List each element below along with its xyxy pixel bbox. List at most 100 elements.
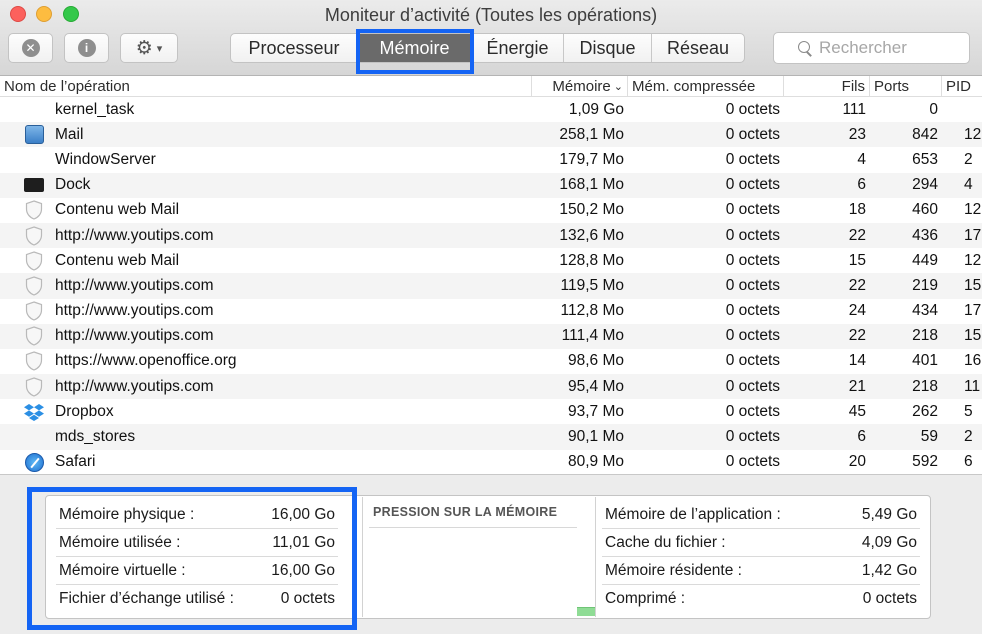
mail-app-icon <box>24 125 44 145</box>
compressed-memory-cell: 0 octets <box>725 377 780 395</box>
memory-cell: 179,7 Mo <box>559 150 624 168</box>
process-name-cell: Dock <box>0 175 532 195</box>
tab-energie[interactable]: Énergie <box>472 34 564 62</box>
pid-cell: 16 <box>964 352 982 370</box>
pid-cell: 17 <box>964 302 982 320</box>
stop-process-icon: ✕ <box>21 39 40 57</box>
threads-cell: 15 <box>848 251 866 269</box>
ports-cell: 436 <box>912 226 938 244</box>
process-name: http://www.youtips.com <box>55 377 214 395</box>
compressed-memory-cell: 0 octets <box>725 251 780 269</box>
memory-cell: 258,1 Mo <box>559 125 624 143</box>
ports-cell: 401 <box>912 352 938 370</box>
compressed-memory-cell: 0 octets <box>725 201 780 219</box>
dropbox-app-icon <box>24 402 44 422</box>
ports-cell: 294 <box>912 176 938 194</box>
process-name-cell: http://www.youtips.com <box>0 301 532 321</box>
compressed-memory-cell: 0 octets <box>725 327 780 345</box>
stat-row: Mémoire résidente : 1,42 Go <box>602 557 920 585</box>
threads-cell: 111 <box>842 100 866 118</box>
table-row[interactable]: http://www.youtips.com 119,5 Mo 0 octets 22… <box>0 273 982 299</box>
compressed-memory-cell: 0 octets <box>725 402 780 420</box>
tab-disque[interactable]: Disque <box>564 34 652 62</box>
column-header-pid[interactable]: PID <box>942 76 982 97</box>
search-input[interactable] <box>819 38 969 58</box>
web-content-shield-icon <box>24 276 44 296</box>
column-header-name[interactable]: Nom de l’opération <box>0 76 532 97</box>
action-menu-button[interactable]: ⚙ ▾ <box>120 33 178 63</box>
ports-cell: 219 <box>912 276 938 294</box>
process-name: http://www.youtips.com <box>55 226 214 244</box>
table-row[interactable]: kernel_task 1,09 Go 0 octets 111 0 <box>0 97 982 122</box>
table-row[interactable]: Mail 258,1 Mo 0 octets 23 842 12 <box>0 122 982 148</box>
pid-cell: 11 <box>964 377 981 395</box>
stat-value: 0 octets <box>862 590 917 607</box>
process-name-cell: Mail <box>0 125 532 145</box>
ports-cell: 218 <box>912 377 938 395</box>
process-name-cell: kernel_task <box>0 100 532 120</box>
process-name: http://www.youtips.com <box>55 302 214 320</box>
memory-cell: 112,8 Mo <box>560 302 624 320</box>
table-row[interactable]: http://www.youtips.com 132,6 Mo 0 octets 22… <box>0 222 982 249</box>
column-header-compressed[interactable]: Mém. compressée <box>628 76 784 97</box>
ports-cell: 434 <box>912 302 938 320</box>
memory-cell: 111,4 Mo <box>561 327 624 345</box>
process-name: Dropbox <box>55 402 114 420</box>
threads-cell: 22 <box>848 226 866 244</box>
tab-processeur[interactable]: Processeur <box>231 34 358 62</box>
ports-cell: 0 <box>929 100 938 118</box>
window-title: Moniteur d’activité (Toutes les opératio… <box>324 5 658 25</box>
threads-cell: 22 <box>848 327 866 345</box>
table-body: kernel_task 1,09 Go 0 octets 111 0 Mail 258,1 … <box>0 97 982 474</box>
no-icon-placeholder <box>24 100 44 120</box>
compressed-memory-cell: 0 octets <box>725 100 780 118</box>
table-row[interactable]: Contenu web Mail 128,8 Mo 0 octets 15 449 12 <box>0 248 982 273</box>
search-icon <box>798 41 811 55</box>
web-content-shield-icon <box>24 251 44 271</box>
table-row[interactable]: http://www.youtips.com 112,8 Mo 0 octets 24… <box>0 299 982 324</box>
table-row[interactable]: mds_stores 90,1 Mo 0 octets 6 59 2 <box>0 424 982 450</box>
process-name-cell: Contenu web Mail <box>0 251 532 271</box>
process-name-cell: https://www.openoffice.org <box>0 351 532 372</box>
process-name-cell: Dropbox <box>0 402 532 422</box>
process-name: kernel_task <box>55 100 135 118</box>
table-row[interactable]: Contenu web Mail 150,2 Mo 0 octets 18 460 12 <box>0 198 982 223</box>
memory-cell: 1,09 Go <box>568 100 624 118</box>
memory-cell: 150,2 Mo <box>559 201 624 219</box>
info-button[interactable]: i <box>64 33 109 63</box>
column-header-ports[interactable]: Ports <box>870 76 942 97</box>
threads-cell: 6 <box>857 428 866 446</box>
stat-value: 4,09 Go <box>861 533 917 551</box>
compressed-memory-cell: 0 octets <box>725 150 780 168</box>
column-header-threads[interactable]: Fils <box>784 76 870 97</box>
stop-process-button[interactable]: ✕ <box>8 33 53 63</box>
memory-cell: 93,7 Mo <box>567 402 624 420</box>
ports-cell: 59 <box>920 428 938 446</box>
threads-cell: 6 <box>857 176 866 194</box>
table-row[interactable]: Safari 80,9 Mo 0 octets 20 592 6 <box>0 450 982 474</box>
process-name: Mail <box>55 125 84 143</box>
process-name-cell: http://www.youtips.com <box>0 326 532 346</box>
table-row[interactable]: http://www.youtips.com 111,4 Mo 0 octets 22… <box>0 323 982 349</box>
threads-cell: 4 <box>857 150 866 168</box>
table-row[interactable]: https://www.openoffice.org 98,6 Mo 0 octet… <box>0 349 982 374</box>
compressed-memory-cell: 0 octets <box>725 453 780 471</box>
table-row[interactable]: Dock 168,1 Mo 0 octets 6 294 4 <box>0 172 982 198</box>
compressed-memory-cell: 0 octets <box>725 226 780 244</box>
tab-reseau[interactable]: Réseau <box>652 34 744 62</box>
process-name: https://www.openoffice.org <box>55 352 237 370</box>
pid-cell: 5 <box>964 402 973 420</box>
pid-cell: 12 <box>964 201 982 219</box>
no-icon-placeholder <box>24 150 44 170</box>
table-row[interactable]: WindowServer 179,7 Mo 0 octets 4 653 2 <box>0 147 982 172</box>
web-content-shield-icon <box>24 200 44 220</box>
table-row[interactable]: http://www.youtips.com 95,4 Mo 0 octets 21 2… <box>0 374 982 400</box>
info-icon: i <box>77 39 96 57</box>
table-row[interactable]: Dropbox 93,7 Mo 0 octets 45 262 5 <box>0 399 982 424</box>
sort-chevron-icon: ⌄ <box>613 80 623 93</box>
search-field[interactable] <box>773 32 970 64</box>
stat-value: 1,42 Go <box>861 561 917 579</box>
column-header-memory[interactable]: Mémoire ⌄ <box>532 76 628 97</box>
process-name: http://www.youtips.com <box>55 327 214 345</box>
process-name: mds_stores <box>55 428 136 446</box>
